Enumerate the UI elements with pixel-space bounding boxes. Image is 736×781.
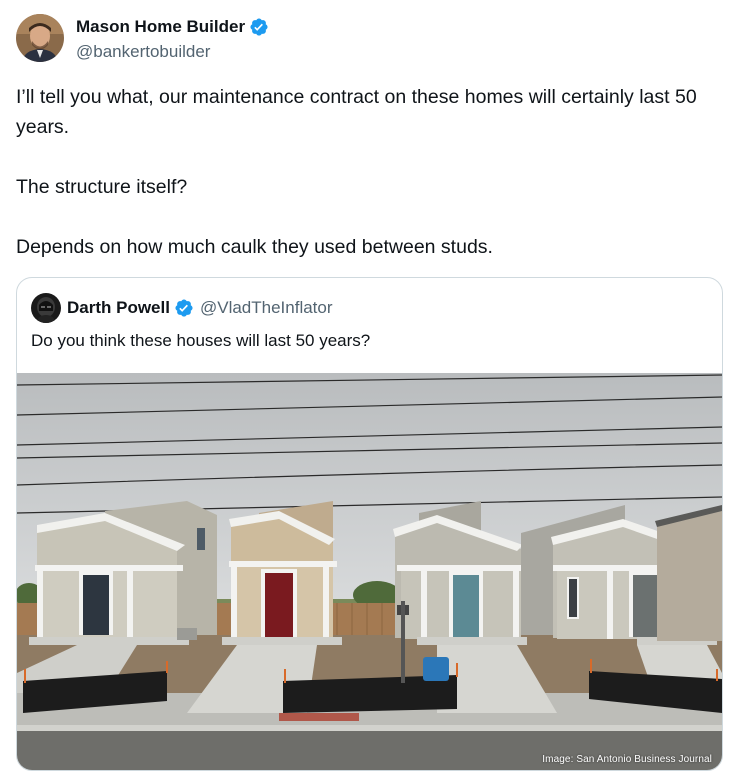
quoted-author-handle[interactable]: @VladTheInflator: [200, 298, 333, 318]
quoted-tweet-text: Do you think these houses will last 50 y…: [31, 331, 371, 350]
image-credit: Image: San Antonio Business Journal: [542, 754, 712, 765]
tweet-author: Mason Home Builder @bankertobuilder: [16, 14, 269, 63]
author-handle[interactable]: @bankertobuilder: [76, 41, 269, 63]
quoted-author-avatar[interactable]: [31, 293, 61, 323]
verified-badge-icon: [249, 17, 269, 37]
tweet-paragraph: The structure itself?: [16, 176, 188, 198]
author-avatar[interactable]: [16, 14, 64, 62]
verified-badge-icon: [174, 298, 194, 318]
quoted-author-display-name[interactable]: Darth Powell: [67, 298, 170, 318]
quoted-tweet-card[interactable]: Darth Powell @VladTheInflator Do you thi…: [16, 277, 723, 771]
tiny-houses-photo[interactable]: Image: San Antonio Business Journal: [17, 373, 722, 770]
author-display-name[interactable]: Mason Home Builder: [76, 16, 245, 38]
photo-illustration: [17, 373, 722, 770]
tweet-paragraph: Depends on how much caulk they used betw…: [16, 236, 493, 258]
tweet-paragraph: I’ll tell you what, our maintenance cont…: [16, 86, 697, 138]
tweet-body: I’ll tell you what, our maintenance cont…: [16, 82, 726, 262]
quoted-tweet-header: Darth Powell @VladTheInflator: [31, 292, 333, 324]
